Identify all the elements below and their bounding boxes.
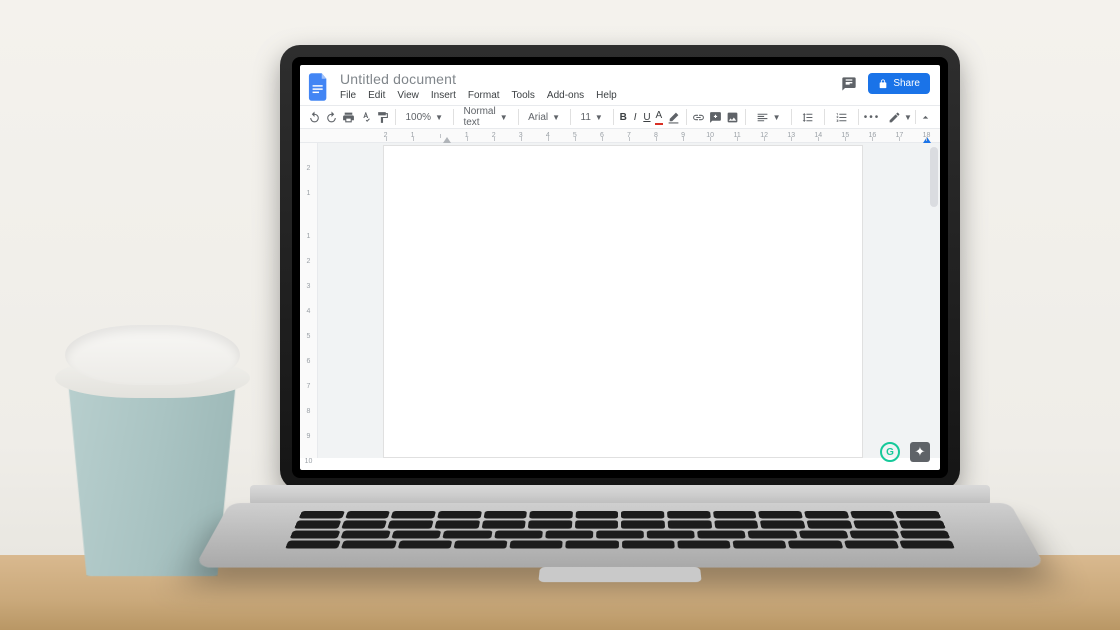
vertical-ruler[interactable]: 2112345678910 [300,143,318,458]
share-label: Share [893,78,920,89]
toolbar: 100% ▼ Normal text ▼ Arial ▼ [300,105,940,129]
scrollbar-track[interactable] [928,143,940,458]
collapse-toolbar-icon[interactable] [919,111,932,124]
lists-button[interactable] [831,111,852,124]
menu-addons[interactable]: Add-ons [547,90,584,101]
laptop: Untitled document File Edit View Insert … [260,45,980,605]
bold-button[interactable]: B [619,109,627,125]
ruler-tick: 8 [642,132,669,139]
laptop-trackpad [538,567,701,582]
document-body: 2112345678910 [300,143,940,458]
ruler-tick: 9 [307,433,311,440]
chevron-down-icon: ▼ [552,113,560,122]
ruler-tick: 17 [886,132,913,139]
menu-insert[interactable]: Insert [431,90,456,101]
ruler-tick: 5 [307,333,311,340]
ruler-tick: 16 [859,132,886,139]
ruler-tick: 6 [307,358,311,365]
ruler-tick: 4 [307,308,311,315]
add-comment-icon[interactable] [709,109,722,125]
ruler-tick: 6 [588,132,615,139]
lock-icon [878,79,888,89]
more-tools-button[interactable]: ••• [864,109,880,125]
align-button[interactable]: ▼ [752,111,785,124]
ruler-tick: 1 [399,132,426,139]
menu-view[interactable]: View [397,90,419,101]
font-family-value: Arial [528,112,548,123]
ruler-tick: 1 [307,233,311,240]
align-left-icon [756,111,769,124]
ruler-tick: 3 [507,132,534,139]
ruler-tick: 11 [724,132,751,139]
ruler-tick: 13 [778,132,805,139]
menu-edit[interactable]: Edit [368,90,385,101]
font-size-value: 11 [581,112,591,123]
insert-link-icon[interactable] [692,109,705,125]
editing-mode-icon[interactable] [888,111,901,124]
chevron-down-icon: ▼ [904,113,912,122]
ruler-tick: 5 [561,132,588,139]
underline-button[interactable]: U [643,109,651,125]
document-title[interactable]: Untitled document [338,71,832,87]
share-button[interactable]: Share [868,73,930,94]
google-docs-app: Untitled document File Edit View Insert … [300,65,940,470]
menu-bar: File Edit View Insert Format Tools Add-o… [338,88,832,105]
ruler-tick: 14 [805,132,832,139]
numbered-list-icon [835,111,848,124]
paragraph-style-select[interactable]: Normal text ▼ [459,106,511,128]
ruler-tick: 2 [372,132,399,139]
paint-format-icon[interactable] [376,109,389,125]
ruler-tick: 1 [453,132,480,139]
highlight-button[interactable] [667,109,680,125]
zoom-value: 100% [405,112,431,123]
ruler-tick: 7 [307,383,311,390]
line-spacing-button[interactable] [797,111,818,124]
ruler-tick: 7 [615,132,642,139]
chevron-down-icon: ▼ [435,113,443,122]
text-color-button[interactable]: A [655,109,663,125]
insert-image-icon[interactable] [726,109,739,125]
laptop-keyboard [285,511,955,549]
docs-logo-icon[interactable] [308,73,330,101]
grammarly-badge-icon[interactable]: G [880,442,900,462]
chevron-down-icon: ▼ [595,113,603,122]
ruler-tick: 9 [670,132,697,139]
menu-help[interactable]: Help [596,90,617,101]
italic-button[interactable]: I [631,109,639,125]
zoom-select[interactable]: 100% ▼ [401,112,447,123]
page-area [318,143,928,458]
ruler-tick: 15 [832,132,859,139]
menu-tools[interactable]: Tools [512,90,535,101]
font-family-select[interactable]: Arial ▼ [524,112,564,123]
chevron-down-icon: ▼ [500,113,508,122]
ruler-tick: 2 [480,132,507,139]
chevron-down-icon: ▼ [773,113,781,122]
paragraph-style-value: Normal text [463,106,495,128]
ruler-tick: 2 [307,165,311,172]
ruler-tick: 10 [697,132,724,139]
menu-format[interactable]: Format [468,90,500,101]
ruler-tick: 4 [534,132,561,139]
font-size-select[interactable]: 11 ▼ [577,112,607,123]
document-page[interactable] [383,145,863,458]
print-icon[interactable] [342,109,355,125]
ruler-tick: 3 [307,283,311,290]
scene-backdrop: Untitled document File Edit View Insert … [0,0,1120,630]
comments-icon[interactable] [840,75,858,93]
menu-file[interactable]: File [340,90,356,101]
ruler-tick: 8 [307,408,311,415]
ruler-tick: 1 [307,190,311,197]
explore-button[interactable]: ✦ [910,442,930,462]
spellcheck-icon[interactable] [359,109,372,125]
ruler-tick: 2 [307,258,311,265]
app-header: Untitled document File Edit View Insert … [300,65,940,105]
horizontal-ruler[interactable]: 21123456789101112131415161718 [300,129,940,143]
ruler-tick: 10 [305,458,313,465]
line-spacing-icon [801,111,814,124]
undo-icon[interactable] [308,109,321,125]
scrollbar-thumb[interactable] [930,147,938,207]
ruler-tick: 12 [751,132,778,139]
ruler-tick: 18 [913,132,940,139]
redo-icon[interactable] [325,109,338,125]
